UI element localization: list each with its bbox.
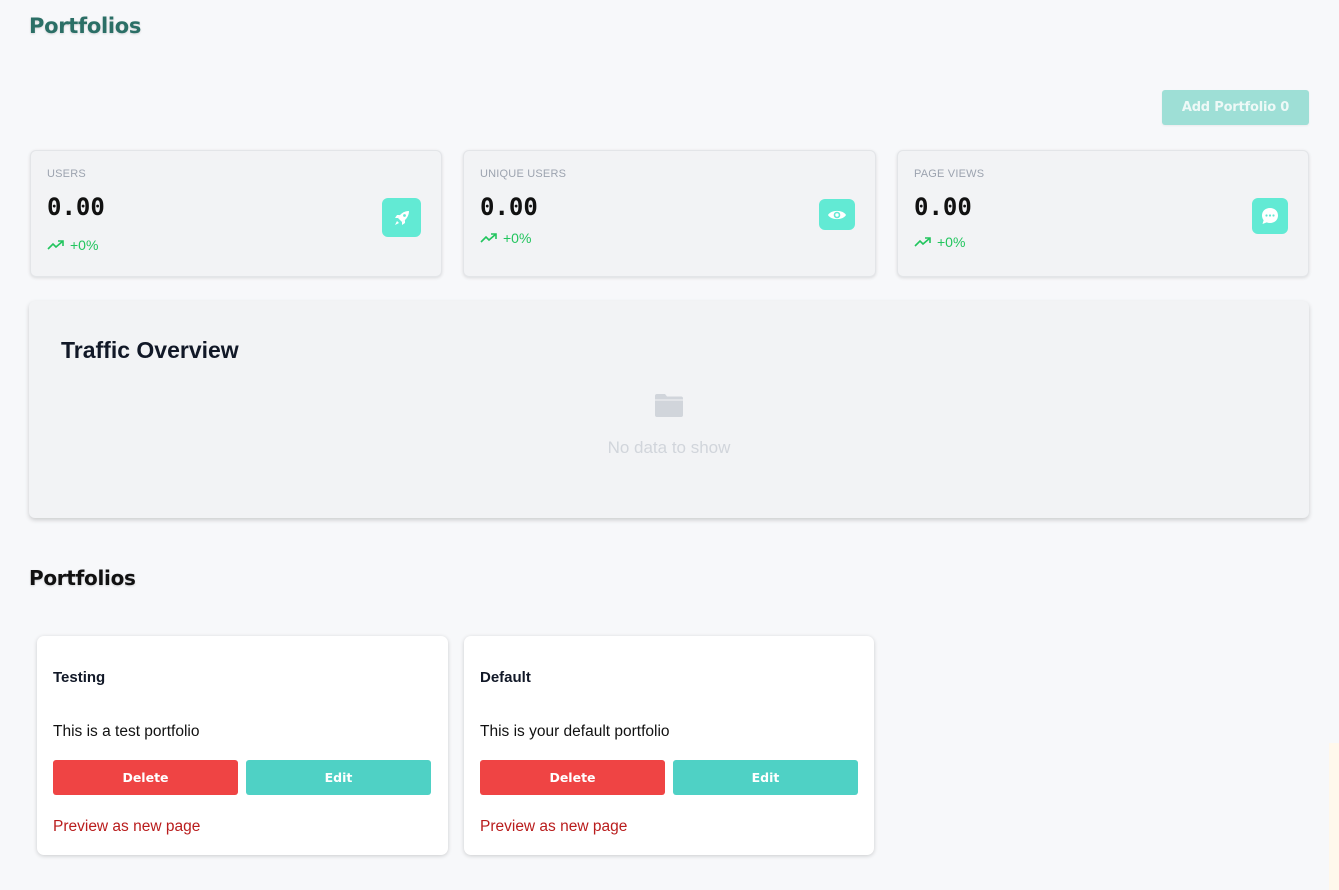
rocket-icon (382, 198, 421, 237)
empty-state: No data to show (29, 392, 1309, 458)
chat-bubble-icon (1252, 198, 1288, 234)
portfolio-card: Testing This is a test portfolio Delete … (37, 636, 448, 855)
stat-trend: +0% (47, 237, 98, 253)
stat-trend-value: +0% (937, 234, 966, 250)
stat-value: 0.00 (47, 193, 105, 221)
trending-up-icon (47, 240, 64, 250)
stat-card-page-views: PAGE VIEWS 0.00 +0% (897, 150, 1309, 277)
stat-label: PAGE VIEWS (914, 168, 985, 180)
delete-button[interactable]: Delete (480, 760, 665, 795)
edit-button[interactable]: Edit (246, 760, 431, 795)
portfolios-page: Portfolios Add Portfolio 0 USERS 0.00 +0… (0, 0, 1339, 890)
portfolio-name: Testing (53, 669, 106, 686)
stat-value: 0.00 (914, 193, 972, 221)
traffic-overview-card: Traffic Overview No data to show (29, 301, 1309, 518)
edge-strip (1329, 743, 1339, 890)
portfolio-actions: Delete Edit (480, 760, 858, 795)
stat-value: 0.00 (480, 193, 538, 221)
trending-up-icon (480, 233, 497, 243)
stat-card-users: USERS 0.00 +0% (30, 150, 442, 277)
preview-link[interactable]: Preview as new page (53, 818, 200, 836)
folder-icon (655, 394, 683, 417)
portfolio-actions: Delete Edit (53, 760, 431, 795)
stat-trend-value: +0% (70, 237, 99, 253)
preview-link[interactable]: Preview as new page (480, 818, 627, 836)
portfolio-name: Default (480, 669, 531, 686)
portfolio-card: Default This is your default portfolio D… (464, 636, 874, 855)
portfolios-section-title: Portfolios (29, 566, 136, 590)
page-title: Portfolios (29, 14, 142, 38)
stat-label: UNIQUE USERS (480, 168, 567, 180)
portfolio-description: This is a test portfolio (53, 723, 200, 740)
eye-icon (819, 199, 855, 230)
empty-state-text: No data to show (607, 438, 731, 457)
add-portfolio-button[interactable]: Add Portfolio 0 (1162, 90, 1309, 125)
stat-label: USERS (47, 168, 86, 180)
traffic-overview-title: Traffic Overview (61, 337, 239, 363)
stat-card-unique-users: UNIQUE USERS 0.00 +0% (463, 150, 876, 277)
stat-trend: +0% (914, 234, 965, 250)
trending-up-icon (914, 237, 931, 247)
portfolio-description: This is your default portfolio (480, 723, 670, 740)
stat-trend: +0% (480, 230, 531, 246)
stat-trend-value: +0% (503, 230, 532, 246)
edit-button[interactable]: Edit (673, 760, 858, 795)
delete-button[interactable]: Delete (53, 760, 238, 795)
